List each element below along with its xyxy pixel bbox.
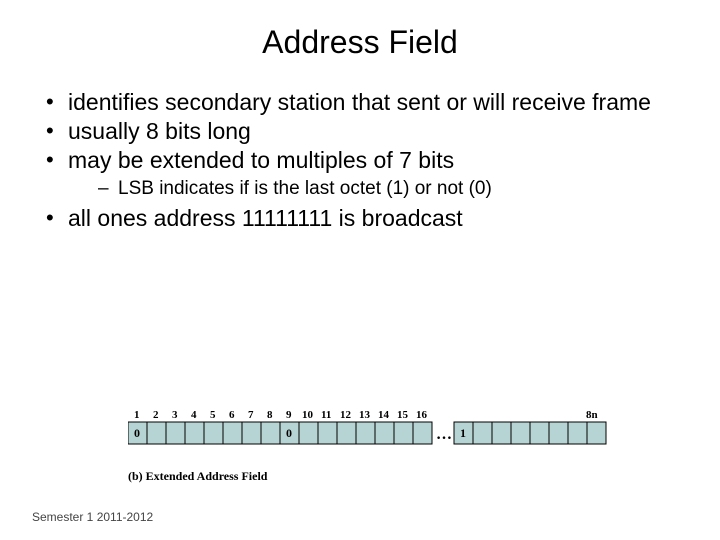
- sub-bullet-item: LSB indicates if is the last octet (1) o…: [68, 178, 684, 201]
- octet-group-last: 1: [454, 422, 606, 444]
- tick-labels: 1 2 3 4 5 6 7 8 9 10 11 12 13 14 15 16 8…: [134, 409, 598, 421]
- bullet-list: identifies secondary station that sent o…: [40, 89, 720, 232]
- tick-label: 12: [340, 409, 352, 421]
- tick-label: 2: [153, 409, 159, 421]
- octet-group-2: 0: [280, 422, 432, 444]
- tick-label: 4: [191, 409, 197, 421]
- bullet-item: identifies secondary station that sent o…: [40, 89, 684, 116]
- octet-group-1: 0: [128, 422, 280, 444]
- tick-label: 11: [321, 409, 331, 421]
- ext-label: 8n: [586, 409, 598, 421]
- tick-label: 10: [302, 409, 314, 421]
- bit-value: 0: [134, 426, 140, 440]
- tick-label: 13: [359, 409, 371, 421]
- tick-label: 9: [286, 409, 292, 421]
- sub-bullet-list: LSB indicates if is the last octet (1) o…: [68, 178, 684, 201]
- tick-label: 8: [267, 409, 273, 421]
- diagram-caption: (b) Extended Address Field: [128, 469, 268, 483]
- slide-title: Address Field: [0, 24, 720, 61]
- tick-label: 3: [172, 409, 178, 421]
- tick-label: 16: [416, 409, 428, 421]
- bit-value: 0: [286, 426, 292, 440]
- bullet-item: all ones address 11111111 is broadcast: [40, 205, 684, 232]
- bullet-text: may be extended to multiples of 7 bits: [68, 147, 454, 173]
- bullet-item: may be extended to multiples of 7 bits L…: [40, 147, 684, 201]
- ellipsis: …: [436, 426, 452, 443]
- tick-label: 15: [397, 409, 409, 421]
- tick-label: 14: [378, 409, 390, 421]
- diagram-svg: 1 2 3 4 5 6 7 8 9 10 11 12 13 14 15 16 8…: [128, 406, 608, 496]
- tick-label: 6: [229, 409, 235, 421]
- bullet-item: usually 8 bits long: [40, 118, 684, 145]
- address-field-diagram: 1 2 3 4 5 6 7 8 9 10 11 12 13 14 15 16 8…: [128, 406, 608, 496]
- tick-label: 1: [134, 409, 140, 421]
- footer-text: Semester 1 2011-2012: [32, 510, 153, 524]
- tick-label: 5: [210, 409, 216, 421]
- slide: Address Field identifies secondary stati…: [0, 24, 720, 540]
- bit-value: 1: [460, 426, 466, 440]
- tick-label: 7: [248, 409, 254, 421]
